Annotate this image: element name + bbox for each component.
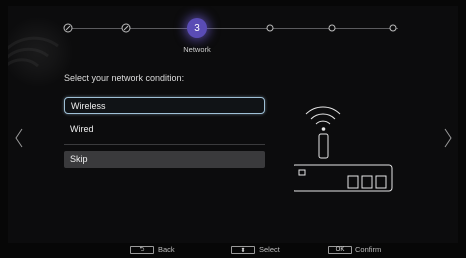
step-4 [264,22,276,34]
back-hint: Back [158,245,175,254]
wireless-router-icon [294,106,393,192]
options-divider [64,144,265,145]
check-icon [121,23,131,33]
skip-button[interactable]: Skip [64,151,265,168]
chevron-left-icon[interactable] [14,128,24,148]
option-wireless[interactable]: Wireless [64,97,265,114]
dot-icon [389,24,397,32]
select-hint: Select [259,245,280,254]
step-1 [62,22,74,34]
ok-key-icon: OK [328,246,352,254]
step-label: Network [183,45,211,54]
step-number: 3 [194,22,200,34]
step-5 [326,22,338,34]
network-prompt: Select your network condition: [64,73,185,83]
footer-hints: ⮌ Back ⬍ Select OK Confirm [0,243,466,258]
check-icon [63,23,73,33]
step-2 [120,22,132,34]
chevron-right-icon[interactable] [443,128,453,148]
wizard-progress-line [68,28,398,29]
select-key-icon: ⬍ [231,246,255,254]
setup-screen: 3 Network Select your network condition:… [8,6,458,243]
back-key-icon: ⮌ [130,246,154,254]
confirm-hint: Confirm [355,245,382,254]
step-3-active: 3 [187,18,207,38]
option-wired[interactable]: Wired [64,121,265,138]
dot-icon [328,24,336,32]
dot-icon [266,24,274,32]
step-6 [387,22,399,34]
